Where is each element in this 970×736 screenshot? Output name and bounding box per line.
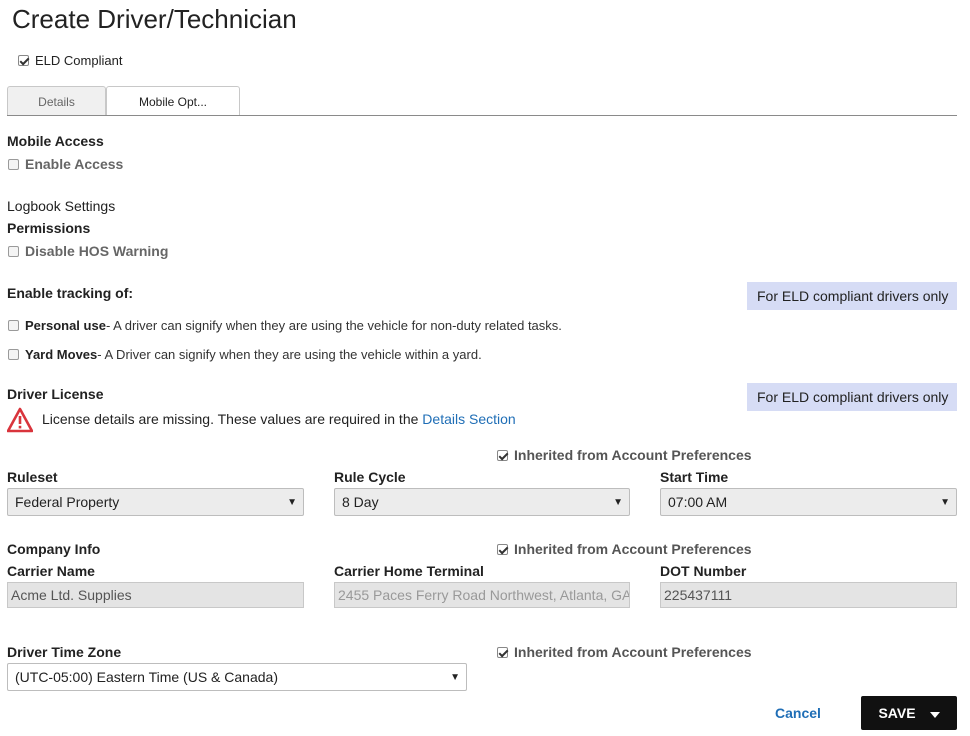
eld-compliant-row: ELD Compliant xyxy=(18,53,122,68)
cancel-button[interactable]: Cancel xyxy=(775,705,821,721)
rules-inherited-checkbox[interactable] xyxy=(497,449,508,461)
company-inherited-checkbox[interactable] xyxy=(497,543,508,555)
license-eld-only-badge: For ELD compliant drivers only xyxy=(747,383,957,411)
company-info-heading: Company Info xyxy=(7,541,101,557)
eld-compliant-label: ELD Compliant xyxy=(35,53,123,68)
page-title: Create Driver/Technician xyxy=(12,4,297,34)
save-label: SAVE xyxy=(878,705,916,721)
dot-number-label: DOT Number xyxy=(660,563,747,579)
chevron-down-icon: ▼ xyxy=(287,497,297,508)
personal-use-checkbox[interactable] xyxy=(8,320,19,331)
disable-hos-checkbox[interactable] xyxy=(8,245,19,257)
personal-use-label: Personal use xyxy=(25,318,106,333)
rules-inherited-row: Inherited from Account Preferences xyxy=(497,447,752,463)
personal-use-row: Personal use - A driver can signify when… xyxy=(8,318,562,333)
rule-cycle-select[interactable]: 8 Day ▼ xyxy=(334,488,630,516)
company-inherited-row: Inherited from Account Preferences xyxy=(497,541,752,557)
tracking-heading: Enable tracking of: xyxy=(7,285,134,301)
personal-use-description: - A driver can signify when they are usi… xyxy=(105,318,562,333)
timezone-inherited-checkbox[interactable] xyxy=(497,646,508,658)
ruleset-select[interactable]: Federal Property ▼ xyxy=(7,488,304,516)
tabs-divider xyxy=(7,115,957,116)
disable-hos-label: Disable HOS Warning xyxy=(25,243,169,259)
enable-access-label: Enable Access xyxy=(25,156,124,172)
ruleset-label: Ruleset xyxy=(7,469,58,485)
tab-mobile-options[interactable]: Mobile Opt... xyxy=(106,86,240,116)
rule-cycle-value: 8 Day xyxy=(342,494,379,510)
warning-icon xyxy=(6,407,34,438)
mobile-access-heading: Mobile Access xyxy=(7,133,104,149)
tab-details[interactable]: Details xyxy=(7,86,106,116)
dot-number-field[interactable]: 225437111 xyxy=(660,582,957,608)
license-warning-message: License details are missing. These value… xyxy=(42,411,423,427)
yard-moves-checkbox[interactable] xyxy=(8,349,19,360)
disable-hos-row: Disable HOS Warning xyxy=(8,243,168,259)
chevron-down-icon: ▼ xyxy=(613,497,623,508)
timezone-inherited-label: Inherited from Account Preferences xyxy=(514,644,752,660)
yard-moves-row: Yard Moves - A Driver can signify when t… xyxy=(8,347,482,362)
save-button[interactable]: SAVE xyxy=(861,696,957,730)
start-time-label: Start Time xyxy=(660,469,729,485)
carrier-name-label: Carrier Name xyxy=(7,563,95,579)
eld-compliant-checkbox[interactable] xyxy=(18,55,29,66)
ruleset-value: Federal Property xyxy=(15,494,120,510)
chevron-down-icon: ▼ xyxy=(450,672,460,683)
rules-inherited-label: Inherited from Account Preferences xyxy=(514,447,752,463)
permissions-heading: Permissions xyxy=(7,220,91,236)
start-time-value: 07:00 AM xyxy=(668,494,728,510)
company-inherited-label: Inherited from Account Preferences xyxy=(514,541,752,557)
start-time-select[interactable]: 07:00 AM ▼ xyxy=(660,488,957,516)
caret-down-icon[interactable] xyxy=(929,705,940,721)
logbook-settings-heading: Logbook Settings xyxy=(7,198,116,214)
driver-license-heading: Driver License xyxy=(7,386,104,402)
home-terminal-field[interactable]: 2455 Paces Ferry Road Northwest, Atlanta… xyxy=(334,582,630,608)
enable-access-row: Enable Access xyxy=(8,156,123,172)
timezone-inherited-row: Inherited from Account Preferences xyxy=(497,644,752,660)
yard-moves-label: Yard Moves xyxy=(25,347,98,362)
chevron-down-icon: ▼ xyxy=(940,497,950,508)
time-zone-value: (UTC-05:00) Eastern Time (US & Canada) xyxy=(15,669,278,685)
yard-moves-description: - A Driver can signify when they are usi… xyxy=(97,347,482,362)
time-zone-label: Driver Time Zone xyxy=(7,644,122,660)
enable-access-checkbox[interactable] xyxy=(8,158,19,170)
license-warning-text: License details are missing. These value… xyxy=(42,411,516,427)
details-section-link[interactable]: Details Section xyxy=(422,411,515,427)
eld-only-badge: For ELD compliant drivers only xyxy=(747,282,957,310)
home-terminal-label: Carrier Home Terminal xyxy=(334,563,484,579)
carrier-name-field[interactable]: Acme Ltd. Supplies xyxy=(7,582,304,608)
time-zone-select[interactable]: (UTC-05:00) Eastern Time (US & Canada) ▼ xyxy=(7,663,467,691)
rule-cycle-label: Rule Cycle xyxy=(334,469,406,485)
